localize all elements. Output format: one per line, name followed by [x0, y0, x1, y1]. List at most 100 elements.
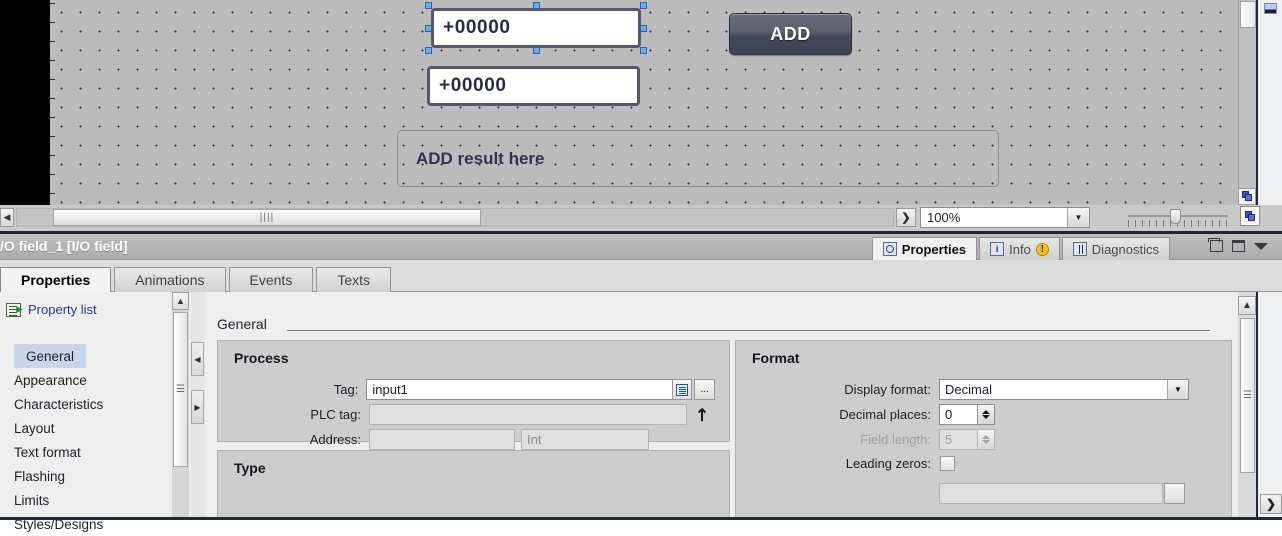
field-length-label: Field length:	[736, 432, 931, 447]
tia-portal-window: +00000 +00000 ADD ADD result here	[0, 0, 1282, 520]
property-item-limits[interactable]: Limits	[0, 488, 172, 512]
io-field-1[interactable]: +00000	[431, 8, 641, 48]
plc-tag-label: PLC tag:	[218, 407, 361, 422]
collapse-icon[interactable]	[1232, 240, 1245, 252]
task-card-icon	[1264, 3, 1277, 14]
splitter-collapse-right[interactable]: ▶	[191, 390, 204, 424]
splitter-collapse-left[interactable]: ◀	[191, 342, 204, 376]
handle-top-right[interactable]	[640, 2, 647, 9]
address-type-value: Int	[527, 432, 541, 447]
property-item-layout-label: Layout	[14, 421, 55, 436]
ptab-animations[interactable]: Animations	[114, 267, 225, 292]
property-item-styles-designs[interactable]: Styles/Designs	[0, 512, 172, 536]
property-item-appearance[interactable]: Appearance	[0, 368, 172, 392]
hscroll-right-arrow[interactable]: ❯	[896, 208, 916, 227]
property-item-layout[interactable]: Layout	[0, 416, 172, 440]
warning-icon: !	[1036, 243, 1049, 256]
handle-middle-right[interactable]	[640, 25, 647, 32]
tab-diagnostics-label: Diagnostics	[1092, 242, 1159, 257]
canvas-grid-edge	[50, 0, 55, 205]
canvas-layers-corner-button[interactable]	[1238, 188, 1256, 205]
zoom-slider-handle[interactable]	[1170, 209, 1181, 224]
tag-browse-label: ...	[701, 384, 709, 395]
stepper-buttons[interactable]	[977, 404, 995, 425]
next-field-button[interactable]	[1164, 483, 1185, 504]
property-item-limits-label: Limits	[14, 493, 49, 508]
next-field-input	[939, 483, 1163, 504]
tab-properties-label: Properties	[902, 242, 966, 257]
property-list-panel: Property list General Appearance Charact…	[0, 292, 172, 520]
inspector-right-strip: ❯	[1256, 292, 1282, 520]
stepper-down-icon[interactable]	[982, 415, 990, 419]
result-io-field[interactable]: ADD result here	[397, 130, 999, 187]
scroll-up-icon[interactable]: ▲	[1238, 296, 1256, 315]
ptab-events[interactable]: Events	[229, 267, 314, 292]
properties-icon	[883, 242, 897, 256]
handle-bottom-left[interactable]	[425, 47, 432, 54]
tab-diagnostics[interactable]: Diagnostics	[1062, 237, 1170, 260]
io-field-2[interactable]: +00000	[427, 66, 640, 106]
tag-value: input1	[372, 382, 407, 397]
grip-icon: ||||	[260, 212, 274, 223]
tab-info-label: Info	[1009, 242, 1031, 257]
tag-browse-button[interactable]: ...	[694, 379, 715, 400]
hscroll-left-arrow[interactable]: ◀	[0, 208, 14, 227]
canvas-vertical-scrollbar[interactable]	[1238, 0, 1256, 205]
tab-properties[interactable]: Properties	[872, 237, 977, 260]
inspector-window-buttons	[1210, 240, 1268, 252]
chevron-down-icon[interactable]: ▼	[1067, 208, 1089, 227]
pane-title-rule	[287, 330, 1210, 331]
stepper-down-icon	[982, 440, 990, 444]
stepper-up-icon[interactable]	[982, 410, 990, 414]
tag-list-button[interactable]	[672, 379, 693, 400]
hmi-screen-canvas[interactable]: +00000 +00000 ADD ADD result here	[50, 0, 1238, 205]
tab-info[interactable]: i Info !	[979, 237, 1060, 260]
restore-icon[interactable]	[1210, 240, 1223, 252]
tag-list-icon	[676, 384, 688, 396]
inspector-splitter[interactable]: ◀ ▶	[191, 292, 205, 520]
canvas-hscroll-thumb[interactable]: ||||	[53, 209, 481, 226]
handle-bottom-right[interactable]	[640, 47, 647, 54]
property-list-header[interactable]: Property list	[6, 302, 97, 317]
decimal-places-value: 0	[939, 404, 977, 425]
decimal-places-label: Decimal places:	[736, 407, 931, 422]
property-item-flashing[interactable]: Flashing	[0, 464, 172, 488]
zoom-combobox[interactable]: 100% ▼	[920, 207, 1090, 228]
ptab-properties[interactable]: Properties	[0, 267, 111, 292]
property-item-general-label: General	[26, 349, 74, 364]
property-item-text-format[interactable]: Text format	[0, 440, 172, 464]
goto-arrow-icon[interactable]: ↗	[690, 402, 714, 426]
tag-input[interactable]: input1	[366, 379, 672, 400]
canvas-vscroll-thumb[interactable]	[1240, 1, 1256, 28]
layers-button[interactable]	[1240, 206, 1260, 226]
property-list-scrollbar[interactable]: ▲ ☰	[172, 292, 189, 520]
handle-top-left[interactable]	[425, 2, 432, 9]
expand-panel-button[interactable]: ❯	[1260, 494, 1282, 514]
property-item-general[interactable]: General	[14, 344, 86, 368]
decimal-places-stepper[interactable]: 0	[939, 404, 995, 425]
handle-bottom-center[interactable]	[533, 47, 540, 54]
add-button[interactable]: ADD	[729, 13, 852, 55]
leading-zeros-checkbox[interactable]	[940, 456, 955, 471]
right-task-card-strip[interactable]	[1256, 0, 1282, 232]
inspector-scroll-thumb[interactable]: ☰	[1240, 318, 1255, 473]
chevron-down-icon[interactable]: ▼	[1167, 380, 1188, 399]
property-item-characteristics[interactable]: Characteristics	[0, 392, 172, 416]
zoom-slider[interactable]	[1128, 207, 1228, 228]
inspector-vertical-scrollbar[interactable]: ▲ ☰	[1238, 292, 1256, 520]
row-next-field	[736, 483, 1226, 504]
property-item-flashing-label: Flashing	[14, 469, 65, 484]
info-icon: i	[990, 242, 1004, 256]
ptab-texts[interactable]: Texts	[316, 267, 391, 292]
row-leading-zeros: Leading zeros:	[736, 456, 1226, 471]
scroll-up-icon[interactable]: ▲	[172, 292, 189, 310]
property-list-scroll-thumb[interactable]: ☰	[173, 312, 188, 467]
canvas-horizontal-scrollbar[interactable]: ||||	[16, 208, 894, 227]
row-field-length: Field length: 5	[736, 429, 1226, 450]
display-format-combobox[interactable]: Decimal ▼	[939, 379, 1189, 400]
stepper-up-icon	[982, 435, 990, 439]
chevron-down-icon[interactable]	[1254, 243, 1268, 250]
property-tab-strip: Properties Animations Events Texts	[0, 260, 1282, 292]
grip-icon: ☰	[176, 387, 185, 393]
pane-title: General	[217, 316, 267, 332]
